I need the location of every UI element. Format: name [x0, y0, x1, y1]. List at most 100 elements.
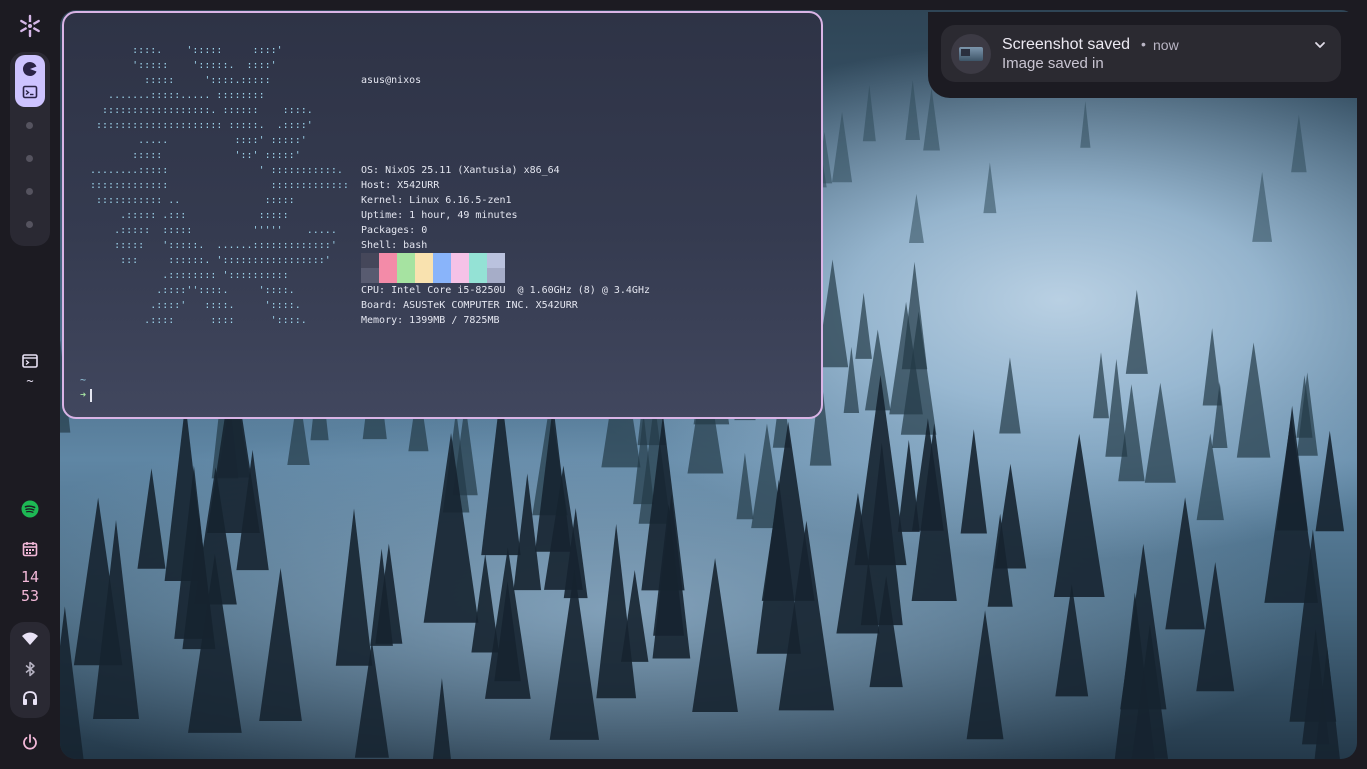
nix-snowflake-icon[interactable]: [18, 14, 42, 38]
fetch-info-value: NixOS 25.11 (Xantusia) x86_64: [385, 165, 560, 176]
fetch-info-row: Uptime: 1 hour, 49 minutes: [361, 208, 650, 223]
pine-tree: [549, 570, 600, 740]
pine-tree: [1202, 328, 1222, 406]
fetch-info-value: Linux 6.16.5-zen1: [409, 195, 512, 206]
pine-tree: [1252, 171, 1273, 242]
fetch-info-row: Host: X542URR: [361, 178, 650, 193]
fetch-info-key: Uptime:: [361, 210, 410, 221]
pine-tree: [1125, 289, 1148, 374]
pine-tree: [432, 678, 451, 759]
fetch-info-value: bash: [403, 240, 428, 251]
color-swatch: [397, 253, 415, 283]
text-cursor: [90, 388, 93, 402]
prompt-directory: ~: [80, 375, 87, 386]
active-window-terminal-icon[interactable]: [21, 352, 39, 370]
pine-tree: [960, 429, 987, 534]
fetch-info: asus@nixos OS: NixOS 25.11 (Xantusia) x8…: [361, 43, 650, 358]
pine-tree: [1093, 352, 1109, 419]
pine-tree: [1236, 342, 1271, 458]
fetch-info-value: ASUSTeK COMPUTER INC. X542URR: [403, 300, 578, 311]
pine-tree: [983, 162, 997, 214]
nixos-ascii-logo: ::::. '::::: ::::' '::::: ':::::. ::::' …: [90, 45, 349, 326]
pine-tree: [335, 508, 373, 666]
color-swatch: [469, 253, 487, 283]
fetch-info-row: Board: ASUSTeK COMPUTER INC. X542URR: [361, 298, 650, 313]
sidebar: ~ 14 53: [0, 0, 60, 769]
color-swatch: [487, 253, 505, 283]
fetch-info-key: Host:: [361, 180, 398, 191]
user-host: asus@nixos: [361, 75, 422, 86]
power-icon[interactable]: [21, 733, 39, 751]
notification-time: now: [1153, 37, 1179, 53]
fetch-info-value: 1 hour, 49 minutes: [409, 210, 518, 221]
fetch-info-row: Kernel: Linux 6.16.5-zen1: [361, 193, 650, 208]
fetch-info-key: Memory:: [361, 315, 410, 326]
workspace-3[interactable]: [26, 155, 33, 162]
pine-tree: [736, 452, 754, 520]
color-swatch: [451, 253, 469, 283]
pine-tree: [832, 111, 853, 183]
fetch-info-value: X542URR: [397, 180, 440, 191]
fetch-info-row: CPU: Intel Core i5-8250U @ 1.60GHz (8) @…: [361, 283, 650, 298]
active-window-title: ~: [26, 374, 34, 388]
fetch-info-value: 1399MB / 7825MB: [409, 315, 500, 326]
chevron-down-icon[interactable]: [1313, 38, 1327, 52]
color-swatch: [415, 253, 433, 283]
pine-tree: [164, 402, 207, 581]
pine-tree: [923, 88, 940, 151]
fetch-info-key: Kernel:: [361, 195, 410, 206]
fetch-info-row: Packages: 0: [361, 223, 650, 238]
shell-prompt[interactable]: ~ ➜: [80, 373, 93, 403]
pine-tree: [1105, 358, 1128, 457]
fetch-info-key: Board:: [361, 300, 404, 311]
calendar-icon[interactable]: [21, 540, 39, 558]
pine-tree: [905, 80, 921, 140]
terminal-icon: [22, 85, 38, 99]
prompt-arrow: ➜: [80, 390, 87, 401]
pine-tree: [855, 292, 872, 359]
notification-separator: •: [1141, 36, 1146, 52]
notification-title: Screenshot saved: [1002, 36, 1131, 53]
fetch-info-key: CPU:: [361, 285, 392, 296]
fetch-info-row: OS: NixOS 25.11 (Xantusia) x86_64: [361, 163, 650, 178]
pine-tree: [1315, 430, 1345, 532]
clock-hour: 14: [20, 568, 40, 586]
pine-tree: [137, 468, 166, 569]
fetch-info-value: Intel Core i5-8250U @ 1.60GHz (8) @ 3.4G…: [391, 285, 650, 296]
workspace-2[interactable]: [26, 122, 33, 129]
spotify-icon[interactable]: [21, 500, 39, 518]
workspace-5[interactable]: [26, 221, 33, 228]
pine-tree: [692, 557, 738, 713]
fetch-info-key: Shell:: [361, 240, 404, 251]
pine-tree: [1080, 101, 1091, 148]
pine-tree: [966, 610, 1004, 740]
fetch-info-row: Memory: 1399MB / 7825MB: [361, 313, 650, 328]
pine-tree: [999, 357, 1021, 434]
terminal-window[interactable]: ::::. '::::: ::::' '::::: ':::::. ::::' …: [62, 11, 823, 419]
clock-minute: 53: [20, 587, 40, 605]
workspace-4[interactable]: [26, 188, 33, 195]
fetch-info-key: Packages:: [361, 225, 422, 236]
pine-tree: [1144, 382, 1176, 483]
color-swatch: [361, 253, 379, 283]
pine-tree: [862, 85, 876, 142]
pine-tree: [259, 568, 302, 722]
notification-card[interactable]: Screenshot saved • now Image saved in: [941, 25, 1341, 82]
fetch-info-key: OS:: [361, 165, 386, 176]
pine-tree: [994, 463, 1027, 569]
pine-tree: [1055, 584, 1089, 697]
headphones-icon[interactable]: [21, 689, 39, 707]
fetch-info-value: 0: [421, 225, 428, 236]
color-swatch: [433, 253, 451, 283]
screenshot-thumbnail: [951, 34, 991, 74]
pine-tree: [908, 193, 924, 244]
color-palette: [361, 253, 505, 283]
pacman-icon: [22, 61, 37, 76]
pine-tree: [1053, 433, 1105, 597]
fetch-info-row: Shell: bash: [361, 238, 650, 253]
color-swatch: [379, 253, 397, 283]
bluetooth-icon[interactable]: [21, 660, 39, 678]
wifi-icon[interactable]: [21, 630, 39, 648]
notification-body: Image saved in: [1002, 55, 1104, 72]
pine-tree: [1291, 114, 1307, 173]
